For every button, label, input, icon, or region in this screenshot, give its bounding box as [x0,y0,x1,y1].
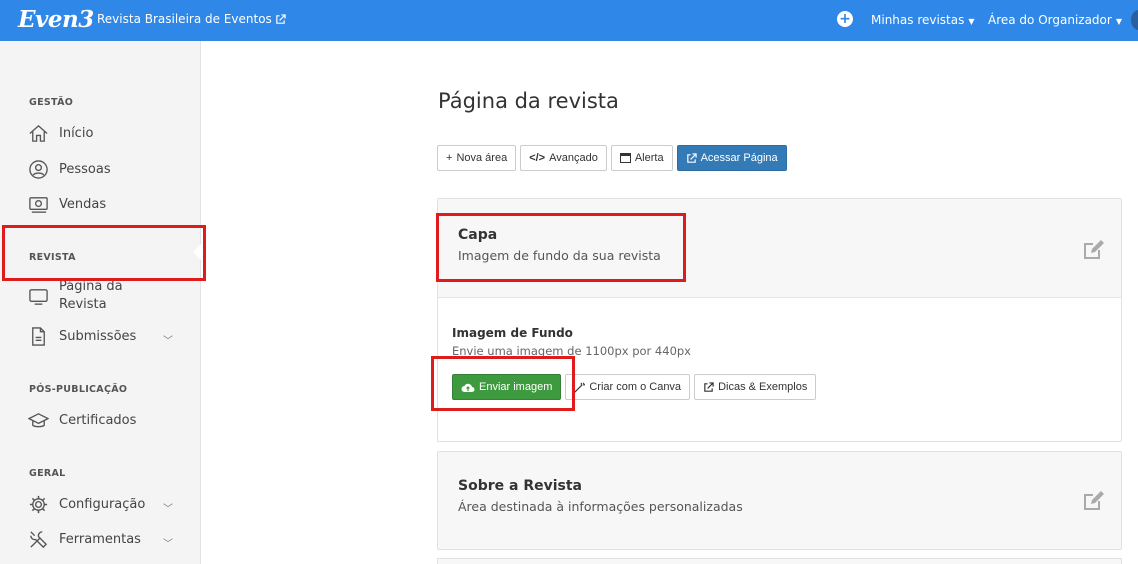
sidebar-item-label: Certificados [59,413,137,428]
section-gestao: GESTÃO [29,97,74,108]
chevron-down-icon[interactable]: ﹀ [163,500,173,515]
minhas-revistas-menu[interactable]: Minhas revistas ▼ [871,13,975,27]
highlight-box-capa [436,213,686,282]
graduation-cap-icon [28,413,49,428]
sidebar-item-label: Ferramentas [59,532,141,547]
user-circle-icon [29,160,48,179]
caret-down-icon: ▼ [968,17,975,26]
avancado-button[interactable]: </> Avançado [520,145,607,171]
highlight-box-enviar [431,356,575,411]
even3-logo[interactable]: Even3 [18,6,94,33]
event-link[interactable]: Revista Brasileira de Eventos [97,12,286,26]
sidebar-item-label: Revista [59,297,107,312]
external-link-icon [704,381,714,392]
sidebar-item-ferramentas[interactable]: Ferramentas [28,529,141,550]
sidebar: GESTÃO Início Pessoas Vendas REVISTA Pág… [0,41,201,564]
acessar-pagina-label: Acessar Página [700,152,778,164]
external-link-icon [276,13,286,24]
alerta-label: Alerta [634,152,664,164]
sobre-card: Sobre a Revista Área destinada à informa… [437,451,1122,550]
sidebar-item-certificados[interactable]: Certificados [28,410,136,431]
chevron-down-icon[interactable]: ﹀ [163,332,173,347]
acessar-pagina-button[interactable]: Acessar Página [676,145,787,171]
sidebar-item-label: Submissões [59,329,137,344]
gear-icon [29,495,48,514]
sidebar-item-vendas[interactable]: Vendas [28,194,106,215]
event-name[interactable]: Revista Brasileira de Eventos [97,12,272,26]
sidebar-item-label: Início [59,126,94,141]
section-geral: GERAL [29,468,66,479]
caret-down-icon: ▼ [1115,17,1122,26]
sidebar-item-inicio[interactable]: Início [28,123,93,144]
dicas-exemplos-button[interactable]: Dicas & Exemplos [694,374,817,400]
add-icon[interactable]: + [837,11,853,27]
sidebar-item-submissoes[interactable]: Submissões [28,326,136,347]
sidebar-item-configuracao[interactable]: Configuração [28,494,145,515]
nova-area-label: Nova área [456,152,508,164]
external-link-icon [686,152,697,163]
edit-icon[interactable] [1081,237,1107,263]
sobre-subtitle: Área destinada à informações personaliza… [458,499,743,514]
sidebar-item-label-wrap: Página da Revista [59,278,123,314]
avancado-label: Avançado [549,152,598,164]
sidebar-item-label: Configuração [59,497,146,512]
top-navbar: Even3 Revista Brasileira de Eventos + Mi… [0,0,1138,41]
highlight-box-sidebar [2,225,206,281]
area-organizador-label[interactable]: Área do Organizador [988,13,1112,27]
tools-icon [30,531,48,549]
next-card-edge [437,558,1122,564]
monitor-icon [29,288,48,305]
sidebar-item-label: Pessoas [59,162,111,177]
plus-icon: + [446,152,453,164]
chevron-down-icon[interactable]: ﹀ [163,535,173,550]
document-icon [32,327,45,346]
section-pos-publicacao: PÓS-PUBLICAÇÃO [29,384,128,395]
nova-area-button[interactable]: + Nova área [437,145,517,171]
dicas-exemplos-label: Dicas & Exemplos [718,381,808,393]
imagem-fundo-title: Imagem de Fundo [452,326,573,340]
sidebar-item-label: Vendas [59,197,107,212]
area-organizador-menu[interactable]: Área do Organizador ▼ [988,13,1122,27]
criar-canva-button[interactable]: Criar com o Canva [565,374,691,400]
minhas-revistas-label[interactable]: Minhas revistas [871,13,964,27]
window-icon [619,153,631,163]
money-icon [29,197,48,213]
edit-icon[interactable] [1081,488,1107,514]
sidebar-item-pessoas[interactable]: Pessoas [28,159,111,180]
magic-wand-icon [574,381,586,393]
code-icon: </> [529,152,546,164]
criar-canva-label: Criar com o Canva [589,381,682,393]
sobre-title: Sobre a Revista [458,478,582,494]
page-title: Página da revista [438,89,619,113]
alerta-button[interactable]: Alerta [610,145,673,171]
page-toolbar: + Nova área </> Avançado Alerta Acessar Pá… [437,145,787,171]
sidebar-item-pagina-revista[interactable]: Página da Revista [28,278,123,314]
home-icon [29,124,48,142]
avatar[interactable] [1131,10,1138,30]
sidebar-item-label: Página da [59,279,123,294]
